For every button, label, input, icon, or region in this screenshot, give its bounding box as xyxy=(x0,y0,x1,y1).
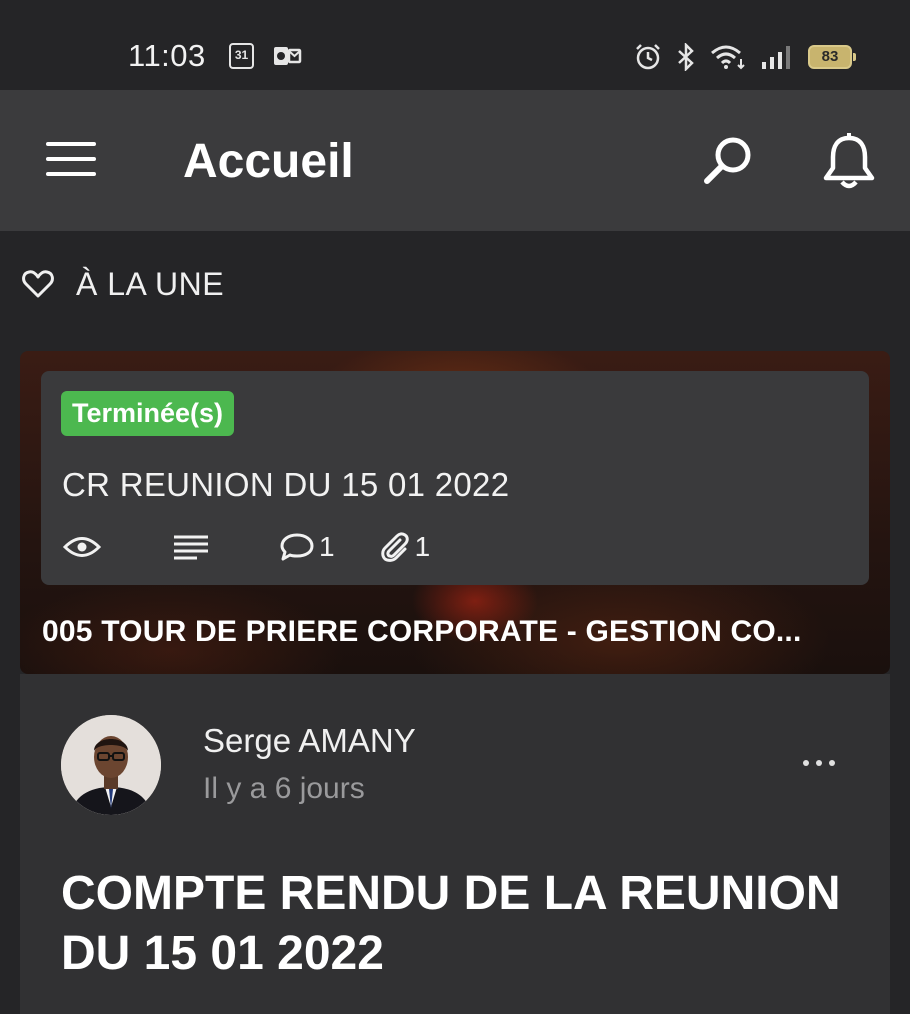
page-title: Accueil xyxy=(183,135,354,188)
banner-caption: 005 TOUR DE PRIERE CORPORATE - GESTION C… xyxy=(42,615,802,648)
event-stats: 1 1 xyxy=(63,529,474,565)
event-card[interactable]: Terminée(s) CR REUNION DU 15 01 2022 1 1 xyxy=(41,371,869,585)
heart-icon xyxy=(22,270,54,298)
menu-icon xyxy=(46,142,96,146)
author-name[interactable]: Serge AMANY xyxy=(203,722,416,760)
more-icon xyxy=(803,760,809,766)
status-icons: 83 xyxy=(634,42,856,72)
wifi-icon xyxy=(711,45,745,70)
search-icon xyxy=(704,137,751,184)
battery-icon: 83 xyxy=(808,45,856,69)
paperclip-icon xyxy=(380,532,409,562)
more-options-button[interactable] xyxy=(803,760,835,772)
app-bar: Accueil xyxy=(0,90,910,231)
featured-banner[interactable]: Terminée(s) CR REUNION DU 15 01 2022 1 1… xyxy=(20,351,890,674)
avatar[interactable] xyxy=(61,715,161,815)
alarm-icon xyxy=(636,44,660,70)
menu-button[interactable] xyxy=(46,142,96,176)
views-stat xyxy=(63,534,101,560)
event-title: CR REUNION DU 15 01 2022 xyxy=(62,466,510,503)
status-bar: 11:03 31 83 xyxy=(0,0,910,90)
post-timestamp: Il y a 6 jours xyxy=(203,772,365,805)
post-card[interactable]: Serge AMANY Il y a 6 jours COMPTE RENDU … xyxy=(20,674,890,1014)
attachment-count: 1 xyxy=(414,531,431,562)
calendar-icon: 31 xyxy=(229,43,254,69)
eye-icon xyxy=(63,537,101,557)
comment-count: 1 xyxy=(319,531,335,562)
comment-icon xyxy=(280,533,314,561)
notifications-button[interactable] xyxy=(820,132,878,192)
section-header: À LA UNE xyxy=(22,262,224,306)
status-time: 11:03 xyxy=(128,38,206,73)
comments-stat: 1 xyxy=(279,531,335,563)
section-title: À LA UNE xyxy=(76,265,225,302)
post-title[interactable]: COMPTE RENDU DE LA REUNION DU 15 01 2022 xyxy=(61,864,861,984)
signal-icon xyxy=(762,46,790,69)
description-stat xyxy=(173,534,209,560)
status-badge: Terminée(s) xyxy=(61,391,235,436)
bluetooth-icon xyxy=(678,43,694,71)
outlook-icon xyxy=(272,44,302,73)
text-lines-icon xyxy=(174,535,208,560)
attachments-stat: 1 xyxy=(379,531,431,563)
bell-icon xyxy=(823,133,875,189)
search-button[interactable] xyxy=(700,134,756,190)
